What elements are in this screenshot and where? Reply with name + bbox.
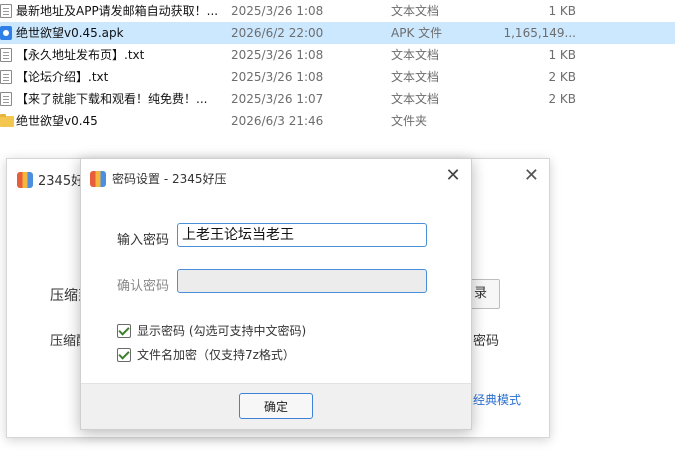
file-row[interactable]: 【论坛介绍】.txt 2025/3/26 1:08 文本文档 2 KB: [0, 66, 675, 88]
password-label: 输入密码: [117, 233, 170, 248]
apk-icon: [0, 26, 12, 40]
file-size: 1 KB: [548, 48, 576, 62]
password-dialog: 密码设置 - 2345好压 ✕ 输入密码 上老王论坛当老王 确认密码 显示密码 …: [80, 158, 472, 430]
password-link[interactable]: 密码: [473, 330, 499, 349]
app-logo-icon: [90, 171, 106, 187]
file-name: 绝世欲望v0.45: [16, 114, 98, 128]
file-row-selected[interactable]: 绝世欲望v0.45.apk 2026/6/2 22:00 APK 文件 1,16…: [0, 22, 675, 44]
file-size: 1,165,149...: [503, 26, 576, 40]
file-type: 文本文档: [391, 70, 440, 84]
file-date: 2025/3/26 1:08: [231, 48, 324, 62]
encrypt-filenames-checkbox[interactable]: [117, 348, 131, 362]
file-type: 文本文档: [391, 48, 440, 62]
show-password-option[interactable]: 显示密码 (勾选可支持中文密码): [117, 322, 306, 339]
file-size: 2 KB: [548, 70, 576, 84]
document-icon: [0, 92, 12, 106]
classic-mode-link[interactable]: 经典模式: [473, 391, 521, 408]
file-name: 绝世欲望v0.45.apk: [16, 26, 124, 40]
file-row[interactable]: 最新地址及APP请发邮箱自动获取！... 2025/3/26 1:08 文本文档…: [0, 0, 675, 22]
file-date: 2025/3/26 1:07: [231, 92, 324, 106]
compress-window-title-text: 2345好: [38, 174, 85, 189]
confirm-password-label: 确认密码: [117, 279, 170, 294]
file-date: 2026/6/2 22:00: [231, 26, 324, 40]
file-size: 2 KB: [548, 92, 576, 106]
encrypt-filenames-option[interactable]: 文件名加密（仅支持7z格式）: [117, 346, 295, 363]
close-icon[interactable]: ✕: [441, 165, 465, 189]
file-type: APK 文件: [391, 26, 443, 40]
dialog-title: 密码设置 - 2345好压: [90, 170, 227, 187]
folder-icon: [0, 114, 14, 127]
file-name: 最新地址及APP请发邮箱自动获取！...: [16, 4, 219, 18]
password-field[interactable]: 上老王论坛当老王: [177, 223, 427, 247]
confirm-password-field[interactable]: [177, 269, 427, 293]
app-logo-icon: [17, 172, 33, 188]
file-name: 【来了就能下载和观看！纯免费！...: [16, 92, 208, 106]
file-row[interactable]: 【永久地址发布页】.txt 2025/3/26 1:08 文本文档 1 KB: [0, 44, 675, 66]
file-type: 文件夹: [391, 114, 428, 128]
show-password-label: 显示密码 (勾选可支持中文密码): [137, 324, 307, 338]
file-row[interactable]: 【来了就能下载和观看！纯免费！... 2025/3/26 1:07 文本文档 2…: [0, 88, 675, 110]
file-size: 1 KB: [548, 4, 576, 18]
document-icon: [0, 70, 12, 84]
file-type: 文本文档: [391, 4, 440, 18]
file-date: 2026/6/3 21:46: [231, 114, 324, 128]
file-type: 文本文档: [391, 92, 440, 106]
file-date: 2025/3/26 1:08: [231, 4, 324, 18]
close-icon[interactable]: ✕: [524, 165, 539, 186]
ok-button[interactable]: 确定: [239, 393, 313, 419]
file-date: 2025/3/26 1:08: [231, 70, 324, 84]
show-password-checkbox[interactable]: [117, 324, 131, 338]
encrypt-filenames-label: 文件名加密（仅支持7z格式）: [137, 348, 295, 362]
document-icon: [0, 48, 12, 62]
file-name: 【永久地址发布页】.txt: [16, 48, 145, 62]
file-row[interactable]: 绝世欲望v0.45 2026/6/3 21:46 文件夹: [0, 110, 675, 132]
document-icon: [0, 4, 12, 18]
dialog-title-text: 密码设置 - 2345好压: [112, 172, 227, 186]
dialog-footer: 确定: [81, 383, 471, 429]
screen: 最新地址及APP请发邮箱自动获取！... 2025/3/26 1:08 文本文档…: [0, 0, 675, 466]
file-name: 【论坛介绍】.txt: [16, 70, 109, 84]
file-list: 最新地址及APP请发邮箱自动获取！... 2025/3/26 1:08 文本文档…: [0, 0, 675, 132]
compress-window-title: 2345好: [17, 170, 84, 189]
